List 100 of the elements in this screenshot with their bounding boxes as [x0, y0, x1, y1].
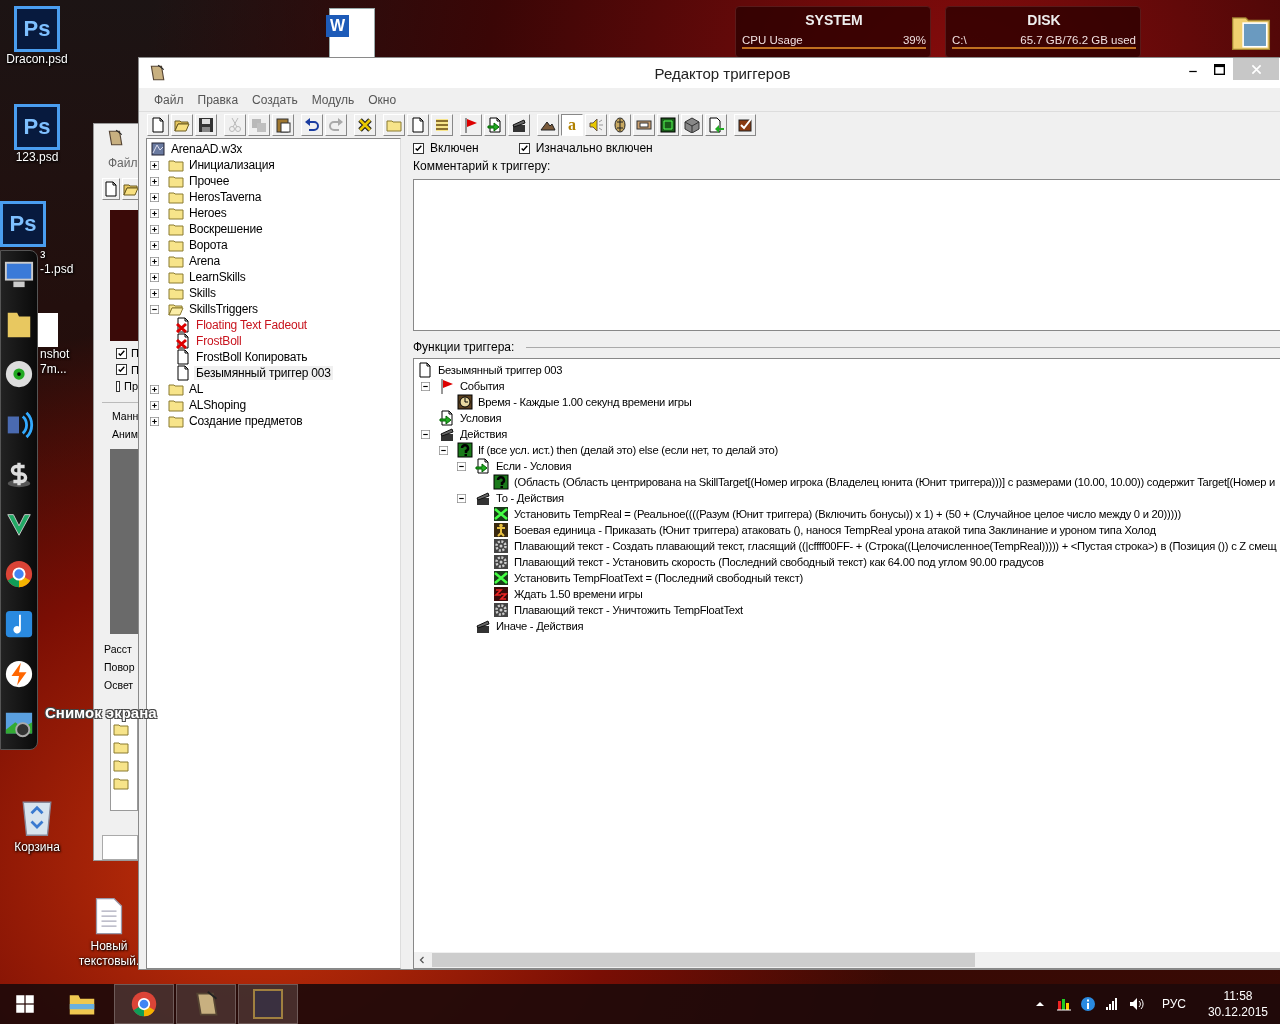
- toolbar-button[interactable]: [301, 114, 323, 136]
- clock-date[interactable]: 30.12.2015: [1207, 1004, 1268, 1020]
- expand-icon[interactable]: [150, 400, 159, 410]
- tree-item[interactable]: Плавающий текст - Установить скорость (Последний свободный текст) как 64.00 под углом 90.00 градусов: [512, 556, 1046, 568]
- photoshop-file-icon[interactable]: Ps: [0, 201, 46, 247]
- tree-item[interactable]: FrostBoll Копировать: [194, 350, 310, 364]
- tree-item[interactable]: Иначе - Действия: [494, 620, 586, 632]
- expand-icon[interactable]: [150, 256, 159, 266]
- tree-item[interactable]: Создание предметов: [187, 414, 305, 428]
- tree-item[interactable]: Боевая единица - Приказать (Юнит триггера) атаковать (), нанося TempReal урона атакой типа Заклинание и уроном типа Холод: [512, 524, 1158, 536]
- folder-icon: [168, 237, 184, 253]
- tree-item[interactable]: Время - Каждые 1.00 секунд времени игры: [476, 396, 694, 408]
- tree-item[interactable]: Безымянный триггер 003: [436, 364, 565, 376]
- expand-icon[interactable]: [150, 160, 159, 170]
- tree-item[interactable]: Ворота: [187, 238, 230, 252]
- collapse-icon[interactable]: [150, 304, 159, 314]
- monitor-icon[interactable]: [4, 259, 34, 289]
- music-note-icon[interactable]: [4, 609, 34, 639]
- toolbar-button[interactable]: [195, 114, 217, 136]
- tree-item[interactable]: Arena: [187, 254, 223, 268]
- tree-item[interactable]: Инициализация: [187, 158, 277, 172]
- tree-item[interactable]: То - Действия: [494, 492, 566, 504]
- horizontal-scrollbar[interactable]: [414, 952, 1280, 968]
- expand-icon[interactable]: [150, 288, 159, 298]
- menu-item[interactable]: Окно: [361, 92, 404, 107]
- checkbox[interactable]: [518, 142, 530, 154]
- language-indicator[interactable]: РУС: [1161, 997, 1186, 1011]
- toolbar-button[interactable]: [681, 114, 703, 136]
- collapse-icon[interactable]: [421, 429, 430, 439]
- browser-icon[interactable]: [4, 559, 34, 589]
- tree-item[interactable]: Плавающий текст - Уничтожить TempFloatText: [512, 604, 745, 616]
- tree-item[interactable]: Прочее: [187, 174, 232, 188]
- tree-item[interactable]: Установить TempReal = (Реальное((((Разум (Юнит триггера) (Включить бонусы)) x 1) + (50 + (Случайное целое число между 0 и 20))))): [512, 508, 1183, 520]
- expand-icon[interactable]: [150, 176, 159, 186]
- tree-item[interactable]: Skills: [187, 286, 218, 300]
- toolbar-button[interactable]: [537, 114, 559, 136]
- expand-icon[interactable]: [150, 384, 159, 394]
- tree-item[interactable]: Условия: [458, 412, 504, 424]
- tree-item[interactable]: Ждать 1.50 времени игры: [512, 588, 645, 600]
- expand-icon[interactable]: [150, 272, 159, 282]
- music-disc-icon[interactable]: [4, 359, 34, 389]
- input-field[interactable]: [102, 834, 138, 860]
- toolbar-button[interactable]: [508, 114, 530, 136]
- collapse-icon[interactable]: [457, 493, 466, 503]
- menu-item[interactable]: Файл: [147, 92, 191, 107]
- menu-item[interactable]: Файл: [108, 156, 138, 171]
- tree-item[interactable]: AL: [187, 382, 206, 396]
- tree-item[interactable]: Установить TempFloatText = (Последний свободный текст): [512, 572, 806, 584]
- tree-item[interactable]: ALShoping: [187, 398, 248, 412]
- toolbar-button[interactable]: [272, 114, 294, 136]
- collapse-icon[interactable]: [457, 461, 466, 471]
- collapse-icon[interactable]: [421, 381, 430, 391]
- scrollbar-thumb[interactable]: [432, 953, 975, 967]
- toolbar-button[interactable]: [734, 114, 756, 136]
- tree-item[interactable]: События: [458, 380, 507, 392]
- menu-item[interactable]: Модуль: [304, 92, 362, 107]
- clock-time[interactable]: 11:58: [1207, 988, 1268, 1004]
- word-document-icon[interactable]: W: [329, 8, 375, 60]
- info-icon[interactable]: [1079, 996, 1096, 1012]
- photoshop-file-icon[interactable]: Ps: [14, 6, 60, 52]
- checkbox[interactable]: [116, 364, 127, 376]
- tree-item[interactable]: (Область (Область центрирована на SkillTarget[(Номер игрока (Владелец юнита (Юнит триггера)))] с размерами (10.00, 10.00)) содержит Target[(Номер и: [512, 476, 1278, 488]
- expand-icon[interactable]: [150, 208, 159, 218]
- toolbar-button[interactable]: [102, 178, 120, 201]
- taskbar-app-button[interactable]: [114, 984, 174, 1024]
- checkbox[interactable]: [116, 380, 120, 392]
- checkbox[interactable]: [116, 347, 127, 359]
- tree-item[interactable]: Воскрешение: [187, 222, 265, 236]
- photoshop-file-icon[interactable]: Ps: [14, 104, 60, 150]
- lightning-bolt-icon[interactable]: [4, 659, 34, 689]
- tree-item[interactable]: Если - Условия: [494, 460, 574, 472]
- tree-item[interactable]: Плавающий текст - Создать плавающий текст, гласящий ((|cffff00FF- + (Строка((Целочисленное(TempReal))))) + <Пустая строка>) в (Позиция ()) с Z смещ: [512, 540, 1279, 552]
- signal-bars-icon[interactable]: [1103, 996, 1120, 1012]
- expand-icon[interactable]: [150, 224, 159, 234]
- toolbar-button[interactable]: [657, 114, 679, 136]
- menu-item[interactable]: Правка: [190, 92, 246, 107]
- tree-item[interactable]: Безымянный триггер 003: [194, 366, 333, 380]
- tree-item[interactable]: SkillsTriggers: [187, 302, 260, 316]
- collapse-icon[interactable]: [439, 445, 448, 455]
- speaker-icon[interactable]: [1127, 996, 1144, 1012]
- toolbar-button[interactable]: [609, 114, 631, 136]
- toolbar-button[interactable]: [484, 114, 506, 136]
- menu-item[interactable]: Создать: [245, 92, 305, 107]
- tree-item[interactable]: Heroes: [187, 206, 229, 220]
- tree-item[interactable]: If (все усл. ист.) then (делай это) else (если нет, то делай это): [476, 444, 781, 456]
- expand-icon[interactable]: [150, 416, 159, 426]
- comment-field[interactable]: [413, 179, 1280, 331]
- expand-icon[interactable]: [150, 192, 159, 202]
- tree-item[interactable]: HerosTaverna: [187, 190, 264, 204]
- tree-item[interactable]: ArenaAD.w3x: [169, 142, 245, 156]
- clipboard-icon: [275, 117, 291, 133]
- crossed-arrows-icon: [493, 506, 509, 522]
- checkbox[interactable]: [413, 142, 424, 154]
- toolbar-button[interactable]: a: [561, 114, 583, 136]
- tree-item[interactable]: Действия: [458, 428, 510, 440]
- tree-item[interactable]: LearnSkills: [187, 270, 248, 284]
- expand-icon[interactable]: [150, 240, 159, 250]
- taskbar-app-button[interactable]: [176, 984, 236, 1024]
- bar-chart-icon[interactable]: [1055, 996, 1072, 1012]
- toolbar-button[interactable]: [354, 114, 376, 136]
